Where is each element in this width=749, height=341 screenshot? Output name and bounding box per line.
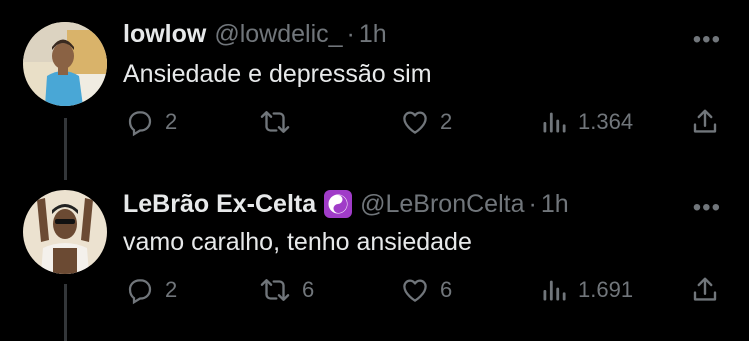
- yin-yang-icon: [324, 190, 353, 218]
- retweet-count: 6: [302, 277, 315, 302]
- more-options-icon[interactable]: •••: [693, 194, 721, 222]
- share-button[interactable]: [690, 270, 720, 310]
- separator-dot: ·: [528, 190, 537, 218]
- views-chart-icon: [540, 276, 568, 304]
- action-bar: 2 2 1.364: [0, 102, 749, 142]
- display-name[interactable]: lowlow: [123, 18, 206, 50]
- handle[interactable]: @LeBronCelta: [360, 188, 524, 220]
- views-button[interactable]: 1.364: [540, 102, 633, 142]
- timestamp[interactable]: 1h: [359, 18, 387, 50]
- heart-icon: [400, 275, 430, 305]
- reply-icon: [125, 275, 155, 305]
- action-bar: 2 6 6 1.691: [0, 270, 749, 310]
- share-icon: [690, 275, 720, 305]
- tweet-header: LeBrão Ex-Celta @LeBronCelta · 1h: [123, 188, 569, 220]
- share-button[interactable]: [690, 102, 720, 142]
- reply-button[interactable]: 2: [125, 270, 177, 310]
- retweet-icon: [258, 275, 292, 305]
- avatar[interactable]: [23, 190, 107, 274]
- tweet-lebrao[interactable]: LeBrão Ex-Celta @LeBronCelta · 1h ••• va…: [0, 190, 749, 320]
- timestamp[interactable]: 1h: [541, 188, 569, 220]
- more-options-icon[interactable]: •••: [693, 26, 721, 54]
- reply-icon: [125, 107, 155, 137]
- retweet-button[interactable]: [258, 102, 302, 142]
- views-chart-icon: [540, 108, 568, 136]
- like-button[interactable]: 2: [400, 102, 452, 142]
- reply-button[interactable]: 2: [125, 102, 177, 142]
- display-name[interactable]: LeBrão Ex-Celta: [123, 188, 316, 220]
- like-count: 6: [440, 277, 453, 302]
- retweet-button[interactable]: 6: [258, 270, 314, 310]
- tweet-text: vamo caralho, tenho ansiedade: [123, 228, 472, 256]
- like-count: 2: [440, 109, 453, 134]
- tweet-text: Ansiedade e depressão sim: [123, 60, 432, 88]
- tweet-lowlow[interactable]: lowlow @lowdelic_ · 1h ••• Ansiedade e d…: [0, 20, 749, 152]
- reply-count: 2: [165, 277, 178, 302]
- views-count: 1.691: [578, 277, 634, 302]
- views-button[interactable]: 1.691: [540, 270, 633, 310]
- retweet-icon: [258, 107, 292, 137]
- reply-count: 2: [165, 109, 178, 134]
- handle[interactable]: @lowdelic_: [214, 18, 342, 50]
- like-button[interactable]: 6: [400, 270, 452, 310]
- tweet-header: lowlow @lowdelic_ · 1h: [123, 18, 387, 50]
- avatar[interactable]: [23, 22, 107, 106]
- share-icon: [690, 107, 720, 137]
- heart-icon: [400, 107, 430, 137]
- views-count: 1.364: [578, 109, 634, 134]
- separator-dot: ·: [346, 20, 355, 48]
